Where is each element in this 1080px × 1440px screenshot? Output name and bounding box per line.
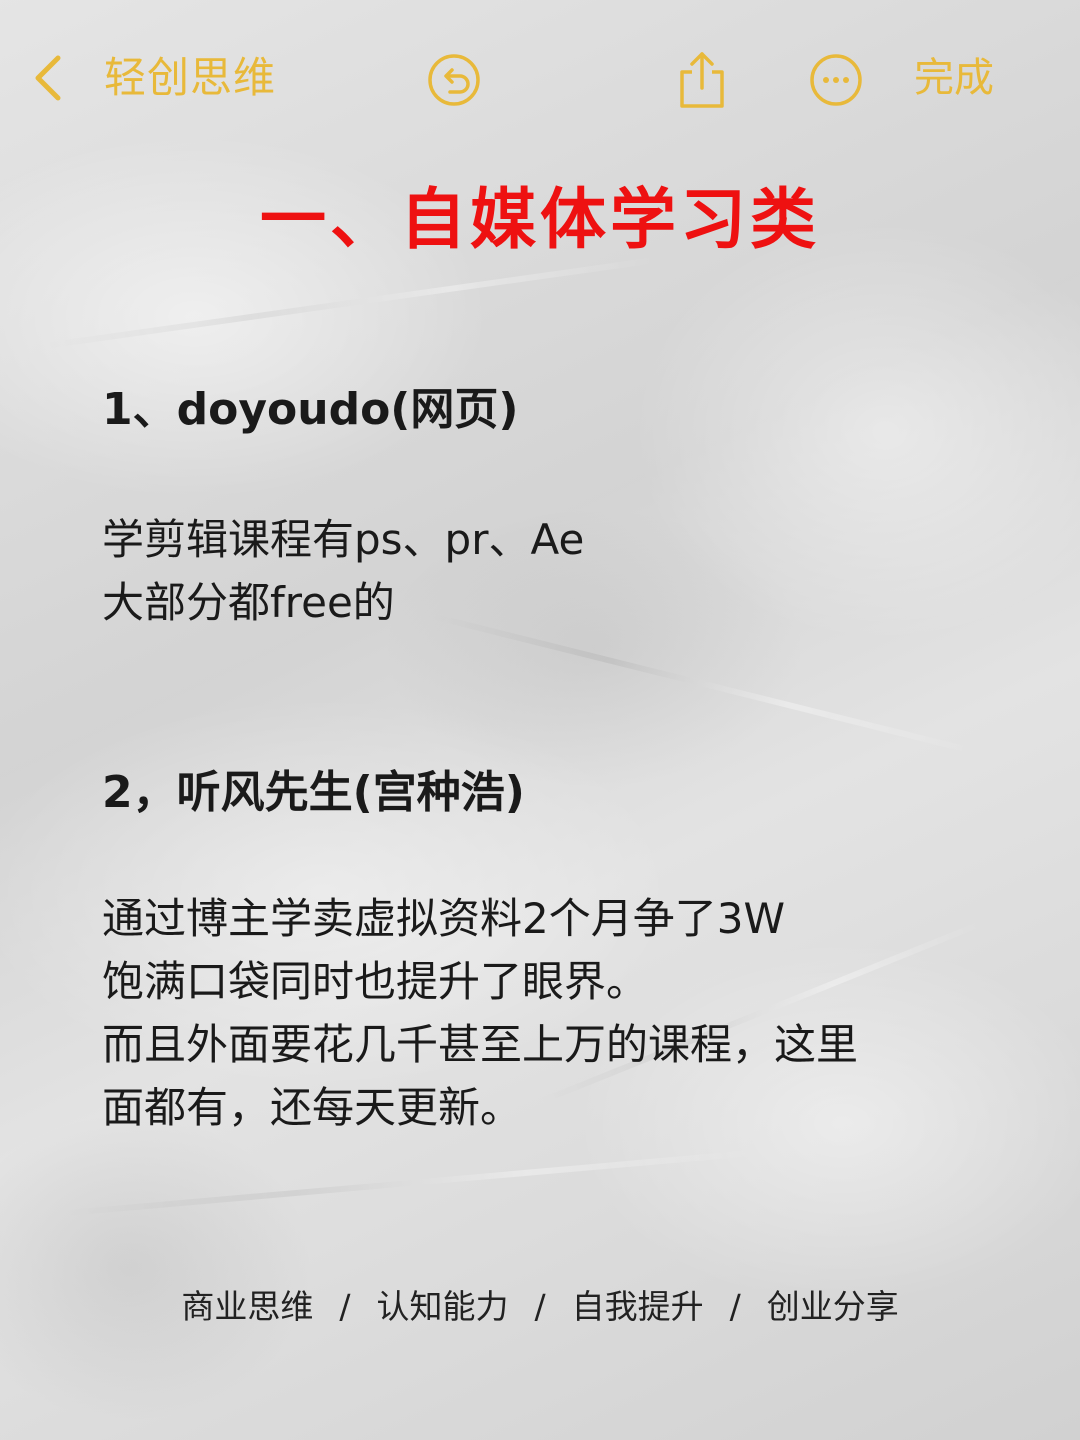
tag-separator: /: [729, 1287, 741, 1326]
tag-startup-sharing: 创业分享: [766, 1287, 899, 1326]
folder-title[interactable]: 轻创思维: [104, 54, 276, 102]
tag-footer: 商业思维 / 认知能力 / 自我提升 / 创业分享: [0, 1284, 1080, 1330]
item-title: 1、doyoudo(网页): [102, 384, 519, 435]
tag-self-improvement: 自我提升: [571, 1287, 704, 1326]
undo-circle-icon: [428, 54, 480, 106]
more-circle-icon: [810, 54, 862, 106]
item-title: 2，听风先生(宫种浩): [102, 767, 525, 818]
tag-cognition: 认知能力: [376, 1287, 509, 1326]
paper-crease: [61, 1149, 759, 1217]
tag-business-thinking: 商业思维: [181, 1287, 314, 1326]
text-line: 面都有，还每天更新。: [102, 1083, 523, 1132]
done-button[interactable]: 完成: [914, 54, 994, 102]
notes-toolbar: 轻创思维 完成: [0, 40, 1080, 120]
back-button[interactable]: [22, 52, 74, 104]
text-line: 大部分都free的: [102, 578, 395, 627]
tag-separator: /: [339, 1287, 351, 1326]
text-line: 学剪辑课程有ps、pr、Ae: [102, 515, 585, 564]
chevron-left-icon: [35, 55, 61, 101]
share-icon: [680, 52, 724, 108]
text-line: 而且外面要花几千甚至上万的课程，这里: [102, 1020, 859, 1069]
text-line: 饱满口袋同时也提升了眼界。: [102, 957, 649, 1006]
paper-crease: [42, 256, 658, 350]
item-description: 学剪辑课程有ps、pr、Ae 大部分都free的: [102, 508, 584, 634]
item-description: 通过博主学卖虚拟资料2个月争了3W 饱满口袋同时也提升了眼界。 而且外面要花几千…: [102, 887, 982, 1139]
text-line: 通过博主学卖虚拟资料2个月争了3W: [102, 894, 785, 943]
tag-separator: /: [534, 1287, 546, 1326]
more-button[interactable]: [808, 52, 864, 108]
share-button[interactable]: [674, 52, 730, 108]
section-heading: 一、自媒体学习类: [260, 181, 820, 258]
undo-button[interactable]: [426, 52, 482, 108]
